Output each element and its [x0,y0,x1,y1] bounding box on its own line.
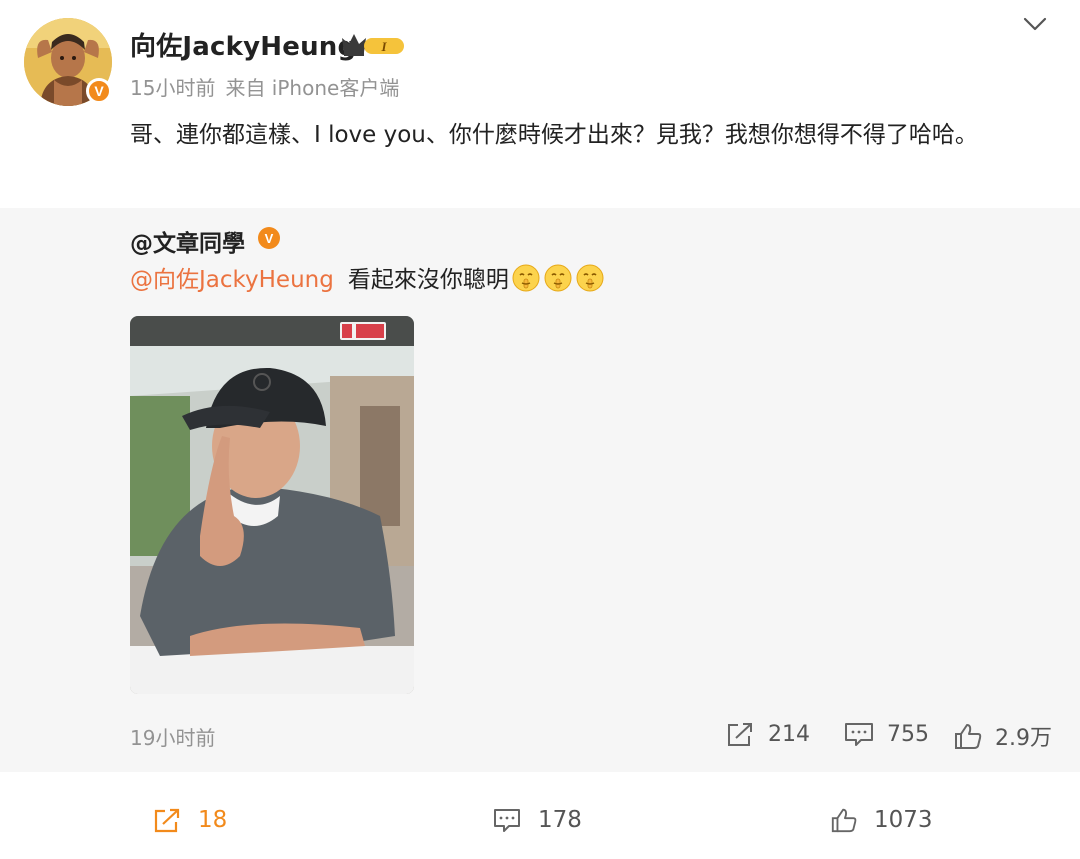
repost-comment-count: 755 [887,721,929,747]
repost-share-count: 214 [768,721,810,747]
post-text: 哥、連你都這樣、I love you、你什麼時候才出來？見我？我想你想得不得了哈… [130,122,978,148]
share-count: 18 [198,807,228,833]
bottom-action-bar: 18 178 1073 [0,772,1080,859]
vip-level-text: I [380,39,387,54]
repost-text-body: 看起來沒你聰明 [347,267,509,293]
mention-link[interactable]: @向佐JackyHeung [130,267,334,293]
author-avatar[interactable]: V [24,18,112,106]
like-count: 1073 [874,807,933,833]
crown-vip-icon[interactable]: I [340,30,406,58]
repost-card[interactable]: @文章同學 V @向佐JackyHeung 看起來沒你聰明 19小时前 214 … [0,208,1080,772]
repost-author[interactable]: @文章同學 [130,224,245,258]
repost-share-button[interactable]: 214 [724,720,810,748]
post-time: 15小时前 [130,76,216,100]
repost-comment-button[interactable]: 755 [843,720,929,748]
chevron-down-icon[interactable] [1022,14,1048,34]
shush-emoji-icon [576,264,604,292]
weibo-post: V 向佐JackyHeung I 15小时前 来自 iPhone客户端 哥、連你都… [0,0,1080,859]
repost-text: @向佐JackyHeung 看起來沒你聰明 [130,262,605,298]
comment-icon [845,723,873,746]
comment-button[interactable]: 178 [492,806,582,834]
repost-like-count: 2.9万 [995,726,1052,751]
repost-photo[interactable] [130,316,414,694]
verified-v-icon: V [86,78,112,104]
post-source: 来自 iPhone客户端 [225,76,400,100]
author-name[interactable]: 向佐JackyHeung [130,26,356,63]
shush-emoji-icon [512,264,540,292]
verified-v-icon: V [258,227,280,249]
comment-count: 178 [538,807,582,833]
share-icon [154,808,180,833]
repost-like-button[interactable]: 2.9万 [953,720,1052,752]
repost-time: 19小时前 [130,726,216,750]
thumbs-up-icon [955,724,982,749]
thumbs-up-icon [831,808,857,833]
share-button[interactable]: 18 [152,806,227,834]
shush-emoji-icon [544,264,572,292]
share-icon [728,723,752,746]
comment-icon [494,809,520,832]
post-meta: 15小时前 来自 iPhone客户端 [130,72,409,101]
like-button[interactable]: 1073 [830,806,933,834]
